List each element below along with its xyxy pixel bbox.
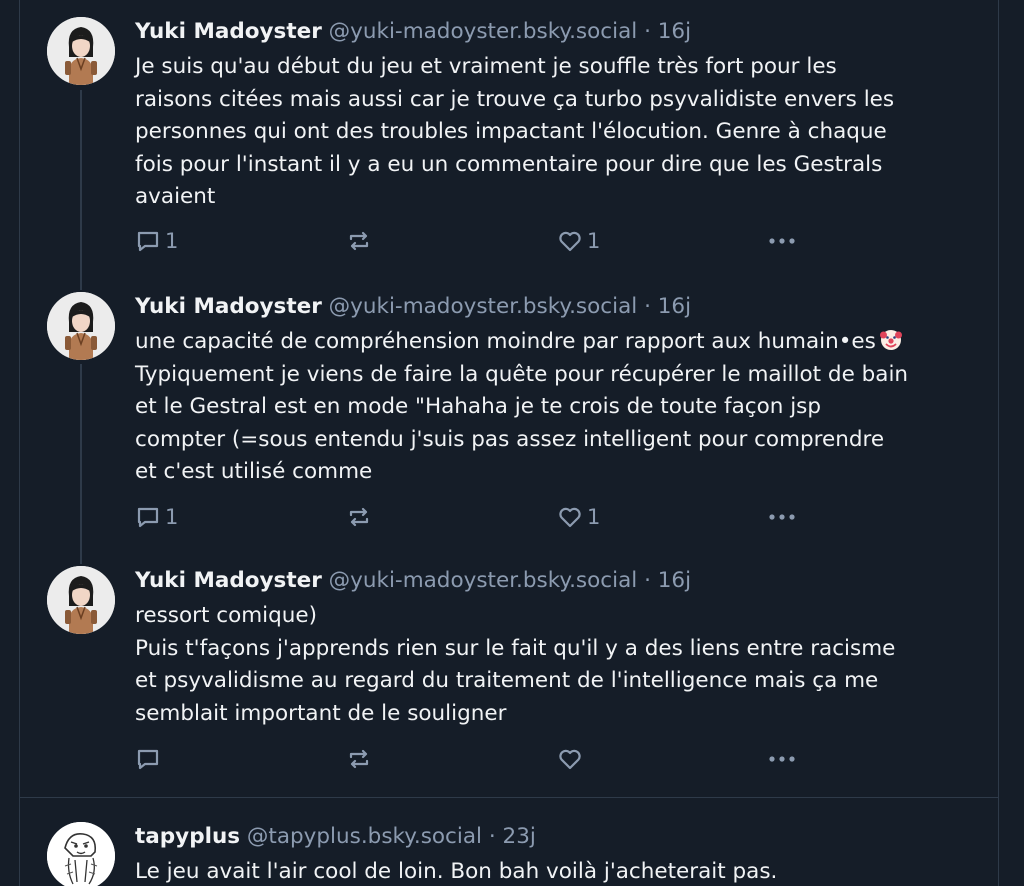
more-icon xyxy=(767,746,797,772)
like-count: 1 xyxy=(587,505,601,529)
post-text-line: Le jeu avait l'air cool de loin. Bon bah… xyxy=(135,859,778,884)
post-text-line: fois pour l'instant il y a eu un comment… xyxy=(135,151,883,177)
post-text-line: Puis t'façons j'apprends rien sur le fai… xyxy=(135,635,896,661)
reply-count: 1 xyxy=(165,229,179,253)
author-avatar[interactable] xyxy=(47,292,115,360)
post-text-line: semblait important de le souligner xyxy=(135,700,507,726)
separator-dot: · xyxy=(488,824,496,849)
post-actions xyxy=(135,744,835,774)
separator-dot: · xyxy=(644,19,651,44)
post-text-line: Typiquement je viens de faire la quête p… xyxy=(135,361,909,387)
post-divider xyxy=(20,797,998,798)
author-avatar[interactable] xyxy=(47,17,115,85)
reply-icon xyxy=(135,228,161,254)
post-header: Yuki Madoyster @yuki-madoyster.bsky.soci… xyxy=(135,566,691,596)
thread-connector xyxy=(80,90,82,290)
post-header: Yuki Madoyster @yuki-madoyster.bsky.soci… xyxy=(135,292,691,322)
post-text-line: Je suis qu'au début du jeu et vraiment j… xyxy=(135,54,837,79)
repost-button[interactable] xyxy=(346,226,372,256)
like-icon xyxy=(557,228,583,254)
post-actions: 1 1 xyxy=(135,226,835,256)
reply-button[interactable]: 1 xyxy=(135,226,178,256)
repost-icon xyxy=(346,746,372,772)
reply-icon xyxy=(135,504,161,530)
post-text-line: et c'est utilisé comme xyxy=(135,459,373,484)
post-text: une capacité de compréhension moindre pa… xyxy=(135,326,965,489)
post-text-line: et le Gestral est en mode "Hahaha je te … xyxy=(135,394,822,419)
repost-button[interactable] xyxy=(346,744,372,774)
post-text-line: une capacité de compréhension moindre pa… xyxy=(135,329,876,354)
post-text-line: personnes qui ont des troubles impactant… xyxy=(135,119,887,144)
author-name[interactable]: Yuki Madoyster xyxy=(135,294,322,319)
post-time[interactable]: 16j xyxy=(658,19,691,44)
post-header: Yuki Madoyster @yuki-madoyster.bsky.soci… xyxy=(135,17,691,47)
post-time[interactable]: 23j xyxy=(503,824,536,849)
author-handle[interactable]: @yuki-madoyster.bsky.social xyxy=(329,19,638,44)
like-icon xyxy=(557,504,583,530)
post-thread-feed: Yuki Madoyster @yuki-madoyster.bsky.soci… xyxy=(19,0,999,886)
like-icon xyxy=(557,746,583,772)
post-time[interactable]: 16j xyxy=(658,568,691,593)
more-options-button[interactable] xyxy=(767,502,797,532)
thread-connector xyxy=(80,364,82,564)
post-text-line: raisons citées mais aussi car je trouve … xyxy=(135,86,895,112)
post-text-line: compter (=sous entendu j'suis pas assez … xyxy=(135,426,885,452)
reply-button[interactable] xyxy=(135,744,161,774)
author-handle[interactable]: @tapyplus.bsky.social xyxy=(247,824,482,849)
repost-icon xyxy=(346,504,372,530)
like-button[interactable]: 1 xyxy=(557,502,600,532)
more-options-button[interactable] xyxy=(767,744,797,774)
reply-button[interactable]: 1 xyxy=(135,502,178,532)
like-button[interactable]: 1 xyxy=(557,226,600,256)
separator-dot: · xyxy=(644,294,651,319)
post-actions: 1 1 xyxy=(135,502,835,532)
post-text-line: et psyvalidisme au regard du traitement … xyxy=(135,668,879,693)
reply-count: 1 xyxy=(165,505,179,529)
post-time[interactable]: 16j xyxy=(658,294,691,319)
separator-dot: · xyxy=(644,568,651,593)
post-text: ressort comique) Puis t'façons j'apprend… xyxy=(135,600,965,730)
more-icon xyxy=(767,504,797,530)
like-count: 1 xyxy=(587,229,601,253)
more-options-button[interactable] xyxy=(767,226,797,256)
reply-icon xyxy=(135,746,161,772)
post-text: Le jeu avait l'air cool de loin. Bon bah… xyxy=(135,856,965,886)
clown-face-emoji xyxy=(879,329,902,351)
author-handle[interactable]: @yuki-madoyster.bsky.social xyxy=(329,294,638,319)
post-text-line: ressort comique) xyxy=(135,603,318,628)
post-text: Je suis qu'au début du jeu et vraiment j… xyxy=(135,51,965,214)
more-icon xyxy=(767,228,797,254)
author-name[interactable]: tapyplus xyxy=(135,824,240,849)
post-text-line: avaient xyxy=(135,184,216,209)
post-header: tapyplus @tapyplus.bsky.social · 23j xyxy=(135,822,536,852)
author-avatar[interactable] xyxy=(47,822,115,886)
author-name[interactable]: Yuki Madoyster xyxy=(135,568,322,593)
author-name[interactable]: Yuki Madoyster xyxy=(135,19,322,44)
like-button[interactable] xyxy=(557,744,583,774)
author-avatar[interactable] xyxy=(47,566,115,634)
author-handle[interactable]: @yuki-madoyster.bsky.social xyxy=(329,568,638,593)
repost-icon xyxy=(346,228,372,254)
repost-button[interactable] xyxy=(346,502,372,532)
